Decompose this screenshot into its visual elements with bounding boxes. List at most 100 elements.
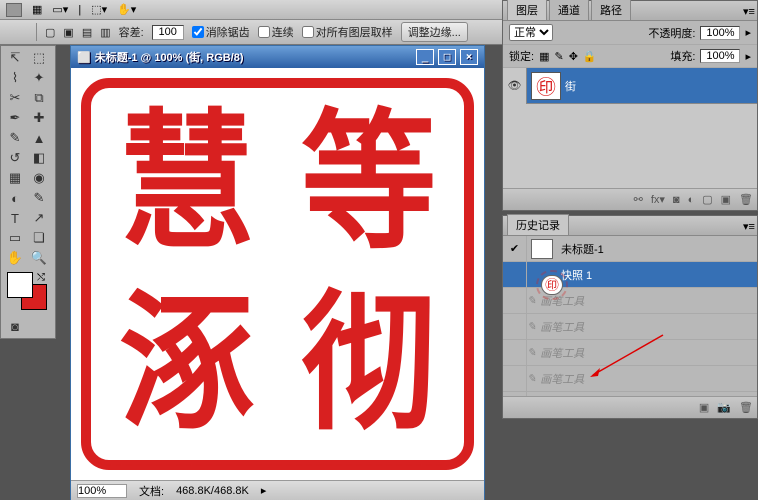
- heal-tool-icon[interactable]: ✚: [27, 108, 51, 128]
- sel-mode-int-icon[interactable]: ▥: [100, 26, 110, 39]
- lock-trans-icon[interactable]: ▦: [539, 50, 549, 63]
- trash-icon[interactable]: 🗑: [739, 193, 753, 206]
- lock-all-icon[interactable]: 🔒: [583, 50, 597, 63]
- type-tool-icon[interactable]: T: [3, 208, 27, 228]
- opacity-label: 不透明度:: [648, 25, 695, 41]
- hand-tool-icon[interactable]: ✋: [3, 248, 27, 268]
- doc-size: 468.8K/468.8K: [176, 485, 249, 497]
- wand-tool-icon: [10, 23, 28, 41]
- quickmask-icon[interactable]: ◙: [3, 316, 27, 336]
- snapshot-icon[interactable]: 📷: [717, 401, 731, 414]
- sel-mode-new-icon[interactable]: ▢: [45, 26, 55, 39]
- lock-label: 锁定:: [509, 48, 534, 64]
- lock-pixels-icon[interactable]: ✎: [554, 50, 563, 63]
- wand-tool-icon[interactable]: ✦: [27, 68, 51, 88]
- hand-icon[interactable]: ✋▾: [117, 3, 136, 16]
- layer-thumbnail[interactable]: [531, 72, 561, 100]
- tab-paths[interactable]: 路径: [591, 0, 631, 20]
- lock-pos-icon[interactable]: ✥: [569, 50, 578, 63]
- marquee-tool-icon[interactable]: ⬚: [27, 48, 51, 68]
- stamp-tool-icon[interactable]: ▲: [27, 128, 51, 148]
- brush-icon: ✎: [527, 294, 536, 307]
- history-row[interactable]: ✎画笔工具: [503, 314, 757, 340]
- eyedropper-tool-icon[interactable]: ✒: [3, 108, 27, 128]
- history-row[interactable]: ✔ 未标题-1: [503, 236, 757, 262]
- ps-icon[interactable]: [6, 3, 22, 17]
- tolerance-input[interactable]: [152, 25, 184, 40]
- tolerance-label: 容差:: [119, 24, 144, 40]
- screen-mode-icon[interactable]: ▭▾: [52, 3, 68, 16]
- fill-label: 填充:: [670, 48, 695, 64]
- status-bar: 文档: 468.8K/468.8K ▸: [71, 480, 484, 500]
- crop-tool-icon[interactable]: ✂: [3, 88, 27, 108]
- antialias-checkbox[interactable]: [192, 26, 204, 38]
- layer-row[interactable]: 👁 街: [503, 68, 757, 104]
- doc-title: 未标题-1 @ 100% (街, RGB/8): [95, 49, 244, 65]
- fx-icon[interactable]: fx▾: [651, 193, 665, 206]
- brush-tool-icon[interactable]: ✎: [3, 128, 27, 148]
- history-brush-source-icon[interactable]: [503, 262, 527, 288]
- trash-icon[interactable]: 🗑: [739, 401, 753, 414]
- shape-tool-icon[interactable]: ▭: [3, 228, 27, 248]
- brush-icon: ✎: [527, 372, 536, 385]
- panel-menu-icon[interactable]: ▾≡: [735, 218, 751, 235]
- maximize-button[interactable]: □: [438, 49, 456, 65]
- gradient-tool-icon[interactable]: ▦: [3, 168, 27, 188]
- history-brush-icon[interactable]: ↺: [3, 148, 27, 168]
- blend-mode-select[interactable]: 正常: [509, 24, 553, 41]
- history-row[interactable]: ✎画笔工具: [503, 340, 757, 366]
- history-panel: 历史记录 ▾≡ ✔ 未标题-1 快照 1 ✎画笔工具 ✎画笔工具 ✎画笔工具 ✎…: [502, 215, 758, 419]
- window-titlebar[interactable]: ⬜ 未标题-1 @ 100% (街, RGB/8) _ □ ×: [71, 46, 484, 68]
- tab-history[interactable]: 历史记录: [507, 214, 569, 235]
- all-layers-checkbox[interactable]: [302, 26, 314, 38]
- link-icon[interactable]: ⚯: [634, 193, 643, 206]
- blur-tool-icon[interactable]: ◉: [27, 168, 51, 188]
- brush-icon: ✎: [527, 320, 536, 333]
- adj-icon[interactable]: ◐: [688, 194, 695, 206]
- fill-input[interactable]: 100%: [700, 49, 740, 63]
- canvas[interactable]: 慧等 涿彻: [71, 68, 484, 480]
- visibility-icon[interactable]: 👁: [503, 68, 527, 104]
- eraser-tool-icon[interactable]: ◧: [27, 148, 51, 168]
- history-row[interactable]: 快照 1: [503, 262, 757, 288]
- sel-mode-sub-icon[interactable]: ▤: [82, 26, 92, 39]
- new-doc-from-state-icon[interactable]: ▣: [699, 401, 709, 414]
- zoom-tool-icon[interactable]: 🔍: [27, 248, 51, 268]
- color-swatch[interactable]: ⤭: [7, 272, 49, 312]
- pen-tool-icon[interactable]: ✎: [27, 188, 51, 208]
- fg-color[interactable]: [7, 272, 33, 298]
- sel-mode-add-icon[interactable]: ▣: [63, 26, 73, 39]
- path-tool-icon[interactable]: ↗: [27, 208, 51, 228]
- refine-edge-button[interactable]: 调整边缘...: [401, 22, 468, 42]
- slice-tool-icon[interactable]: ⧉: [27, 88, 51, 108]
- status-menu-icon[interactable]: ▸: [261, 484, 267, 497]
- tab-channels[interactable]: 通道: [549, 0, 589, 20]
- panel-menu-icon[interactable]: ▾≡: [735, 3, 751, 20]
- 3d-tool-icon[interactable]: ❏: [27, 228, 51, 248]
- tab-layers[interactable]: 图层: [507, 0, 547, 20]
- mask-icon[interactable]: ◙: [673, 194, 680, 206]
- layer-name[interactable]: 街: [565, 78, 576, 94]
- group-icon[interactable]: ▢: [702, 193, 712, 206]
- minimize-button[interactable]: _: [416, 49, 434, 65]
- dodge-tool-icon[interactable]: ◐: [3, 188, 27, 208]
- history-row[interactable]: ✎画笔工具: [503, 366, 757, 392]
- history-thumbnail: [531, 239, 553, 259]
- history-brush-source-icon[interactable]: ✔: [503, 236, 527, 262]
- history-thumbnail: [541, 275, 563, 295]
- document-window: ⬜ 未标题-1 @ 100% (街, RGB/8) _ □ × 慧等 涿彻 文档…: [70, 45, 485, 500]
- lasso-tool-icon[interactable]: ⌇: [3, 68, 27, 88]
- zoom-input[interactable]: [77, 484, 127, 498]
- brush-icon: ✎: [527, 346, 536, 359]
- bridge-icon[interactable]: ▦: [32, 3, 42, 16]
- new-layer-icon[interactable]: ▣: [721, 193, 731, 206]
- contiguous-checkbox[interactable]: [258, 26, 270, 38]
- zoom-icon[interactable]: ⬚▾: [91, 3, 107, 16]
- doc-size-label: 文档:: [139, 483, 164, 499]
- doc-icon: ⬜: [77, 51, 91, 64]
- layers-panel: 图层 通道 路径 ▾≡ 正常 不透明度: 100%▸ 锁定: ▦ ✎ ✥ 🔒 填…: [502, 0, 758, 211]
- close-button[interactable]: ×: [460, 49, 478, 65]
- swap-colors-icon[interactable]: ⤭: [37, 272, 45, 283]
- opacity-input[interactable]: 100%: [700, 26, 740, 40]
- move-tool-icon[interactable]: ↸: [3, 48, 27, 68]
